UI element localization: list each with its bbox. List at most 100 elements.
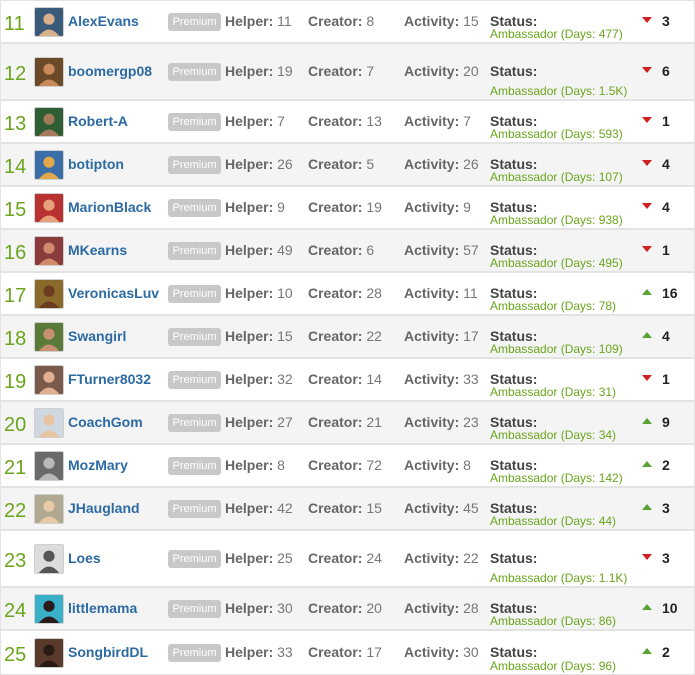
activity-value: 30 [463, 643, 479, 660]
premium-badge: Premium [168, 599, 221, 618]
activity-value: 33 [463, 370, 479, 387]
premium-badge: Premium [168, 413, 221, 432]
ambassador-status: Ambassador (Days: 34) [490, 428, 617, 442]
activity-value: 7 [463, 112, 471, 129]
user-avatar[interactable] [34, 364, 64, 395]
trend-down-icon [642, 66, 652, 73]
username-link[interactable]: littlemama [68, 600, 137, 616]
creator-value: 14 [366, 370, 382, 387]
user-avatar[interactable] [34, 321, 64, 352]
user-avatar[interactable] [34, 149, 64, 180]
user-avatar[interactable] [34, 593, 64, 624]
premium-badge: Premium [168, 643, 221, 662]
trend-up-icon [642, 331, 652, 338]
creator-stat: Creator: 21 [308, 414, 382, 430]
rank-change-value: 2 [662, 456, 670, 473]
creator-stat: Creator: 6 [308, 242, 374, 258]
username-link[interactable]: MarionBlack [68, 199, 151, 215]
user-avatar[interactable] [34, 192, 64, 223]
username-link[interactable]: AlexEvans [68, 13, 139, 29]
user-avatar[interactable] [34, 235, 64, 266]
rank-change-value: 4 [662, 327, 670, 344]
username-link[interactable]: FTurner8032 [68, 371, 151, 387]
trend-down-icon [642, 159, 652, 166]
username-link[interactable]: boomergp08 [68, 63, 152, 79]
username-link[interactable]: MKearns [68, 242, 127, 258]
username-link[interactable]: Loes [68, 550, 101, 566]
activity-stat: Activity: 15 [404, 13, 479, 29]
user-avatar[interactable] [34, 637, 64, 668]
status-label: Status: [490, 549, 538, 566]
creator-value: 15 [366, 499, 382, 516]
username-link[interactable]: JHaugland [68, 500, 140, 516]
user-avatar[interactable] [34, 407, 64, 438]
activity-stat: Activity: 9 [404, 199, 471, 215]
username-link[interactable]: Robert-A [68, 113, 128, 129]
ambassador-status: Ambassador (Days: 96) [490, 659, 617, 673]
creator-label: Creator: [308, 155, 363, 172]
helper-label: Helper: [225, 241, 274, 258]
user-avatar[interactable] [34, 6, 64, 37]
creator-label: Creator: [308, 599, 363, 616]
activity-label: Activity: [404, 370, 460, 387]
leaderboard-row: 23 Loes Premium Helper: 25 Creator: 24 Activi… [0, 530, 695, 587]
rank-change-value: 10 [662, 599, 678, 616]
rank-number: 13 [4, 112, 27, 135]
activity-value: 20 [463, 62, 479, 79]
rank-change-value: 3 [662, 549, 670, 566]
username-link[interactable]: botipton [68, 156, 124, 172]
activity-stat: Activity: 33 [404, 371, 479, 387]
helper-stat: Helper: 32 [225, 371, 293, 387]
rank-change-value: 16 [662, 284, 678, 301]
user-avatar[interactable] [34, 543, 64, 574]
leaderboard-row: 13 Robert-A Premium Helper: 7 Creator: 13 Act… [0, 100, 695, 143]
helper-stat: Helper: 8 [225, 457, 285, 473]
user-avatar[interactable] [34, 106, 64, 137]
leaderboard-row: 22 JHaugland Premium Helper: 42 Creator: 15 A… [0, 487, 695, 530]
helper-value: 11 [277, 12, 292, 29]
username-link[interactable]: VeronicasLuv [68, 285, 159, 301]
trend-up-icon [642, 603, 652, 610]
helper-label: Helper: [225, 643, 274, 660]
user-avatar[interactable] [34, 450, 64, 481]
rank-number: 14 [4, 155, 27, 178]
username-link[interactable]: Swangirl [68, 328, 126, 344]
ambassador-status: Ambassador (Days: 78) [490, 299, 617, 313]
creator-stat: Creator: 72 [308, 457, 382, 473]
premium-badge: Premium [168, 327, 221, 346]
activity-value: 23 [463, 413, 479, 430]
user-avatar[interactable] [34, 278, 64, 309]
helper-stat: Helper: 49 [225, 242, 293, 258]
helper-label: Helper: [225, 599, 274, 616]
activity-stat: Activity: 30 [404, 644, 479, 660]
ambassador-status: Ambassador (Days: 938) [490, 213, 623, 227]
premium-badge: Premium [168, 12, 221, 31]
creator-label: Creator: [308, 284, 363, 301]
rank-number: 20 [4, 413, 27, 436]
creator-label: Creator: [308, 643, 363, 660]
rank-number: 12 [4, 62, 27, 85]
rank-number: 18 [4, 327, 27, 350]
helper-label: Helper: [225, 198, 274, 215]
activity-value: 17 [463, 327, 479, 344]
helper-stat: Helper: 26 [225, 156, 293, 172]
rank-number: 15 [4, 198, 27, 221]
user-avatar[interactable] [34, 493, 64, 524]
creator-value: 22 [366, 327, 382, 344]
rank-number: 16 [4, 241, 27, 264]
leaderboard-row: 21 MozMary Premium Helper: 8 Creator: 72 Acti… [0, 444, 695, 487]
rank-number: 21 [4, 456, 27, 479]
username-link[interactable]: MozMary [68, 457, 128, 473]
creator-stat: Creator: 8 [308, 13, 374, 29]
helper-value: 33 [277, 643, 293, 660]
creator-stat: Creator: 24 [308, 550, 382, 566]
premium-badge: Premium [168, 155, 221, 174]
username-link[interactable]: SongbirdDL [68, 644, 148, 660]
trend-up-icon [642, 417, 652, 424]
creator-stat: Creator: 17 [308, 644, 382, 660]
username-link[interactable]: CoachGom [68, 414, 143, 430]
trend-up-icon [642, 288, 652, 295]
helper-value: 27 [277, 413, 293, 430]
user-avatar[interactable] [34, 56, 64, 87]
rank-number: 22 [4, 499, 27, 522]
